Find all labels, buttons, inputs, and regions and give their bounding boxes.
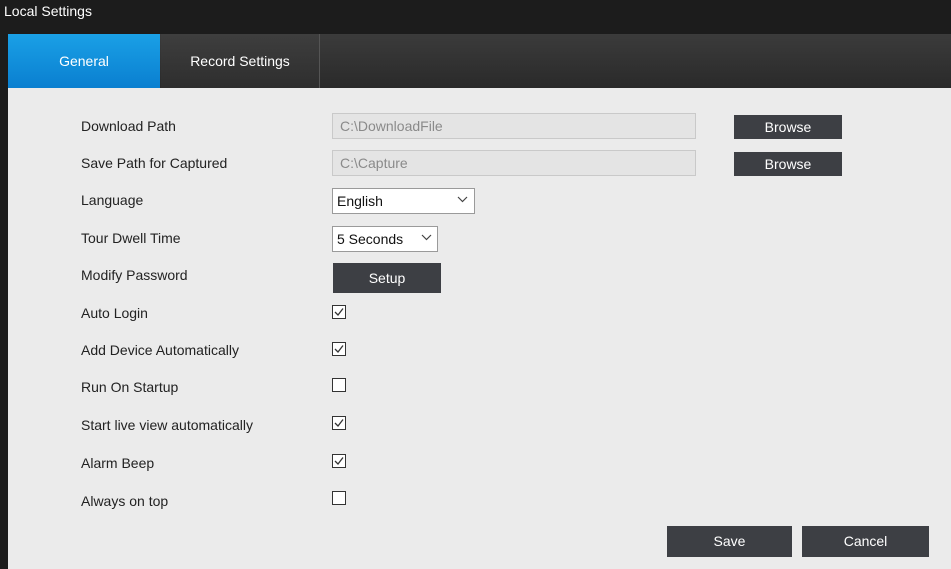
chevron-down-icon	[421, 234, 432, 241]
alarm-beep-checkbox[interactable]	[332, 454, 346, 468]
tab-record-settings[interactable]: Record Settings	[161, 34, 320, 88]
general-settings-panel: Download Path Browse Save Path for Captu…	[8, 88, 951, 569]
run-on-startup-label: Run On Startup	[81, 379, 179, 395]
start-live-view-checkbox[interactable]	[332, 416, 346, 430]
tour-dwell-time-select[interactable]: 5 Seconds	[332, 226, 438, 252]
tab-bar: General Record Settings	[8, 34, 951, 88]
auto-login-checkbox[interactable]	[332, 305, 346, 319]
tab-general[interactable]: General	[8, 34, 160, 88]
checkmark-icon	[334, 345, 344, 353]
save-path-browse-button[interactable]: Browse	[734, 152, 842, 176]
language-value: English	[337, 193, 383, 209]
run-on-startup-checkbox[interactable]	[332, 378, 346, 392]
add-device-automatically-label: Add Device Automatically	[81, 342, 239, 358]
download-path-label: Download Path	[81, 118, 176, 134]
window-title: Local Settings	[4, 3, 92, 19]
start-live-view-label: Start live view automatically	[81, 417, 253, 433]
download-path-browse-button[interactable]: Browse	[734, 115, 842, 139]
download-path-field[interactable]	[332, 113, 696, 139]
save-path-field[interactable]	[332, 150, 696, 176]
title-bar: Local Settings	[0, 0, 951, 34]
chevron-down-icon	[457, 196, 468, 203]
always-on-top-label: Always on top	[81, 493, 169, 509]
save-path-label: Save Path for Captured	[81, 155, 228, 171]
tour-dwell-time-value: 5 Seconds	[337, 231, 404, 247]
always-on-top-checkbox[interactable]	[332, 491, 346, 505]
cancel-button[interactable]: Cancel	[802, 526, 929, 557]
language-select[interactable]: English	[332, 188, 475, 214]
setup-button[interactable]: Setup	[333, 263, 441, 293]
modify-password-label: Modify Password	[81, 267, 188, 283]
alarm-beep-label: Alarm Beep	[81, 455, 155, 471]
tour-dwell-time-label: Tour Dwell Time	[81, 230, 181, 246]
checkmark-icon	[334, 457, 344, 465]
checkmark-icon	[334, 419, 344, 427]
add-device-automatically-checkbox[interactable]	[332, 342, 346, 356]
language-label: Language	[81, 192, 144, 208]
checkmark-icon	[334, 308, 344, 316]
save-button[interactable]: Save	[667, 526, 792, 557]
auto-login-label: Auto Login	[81, 305, 148, 321]
